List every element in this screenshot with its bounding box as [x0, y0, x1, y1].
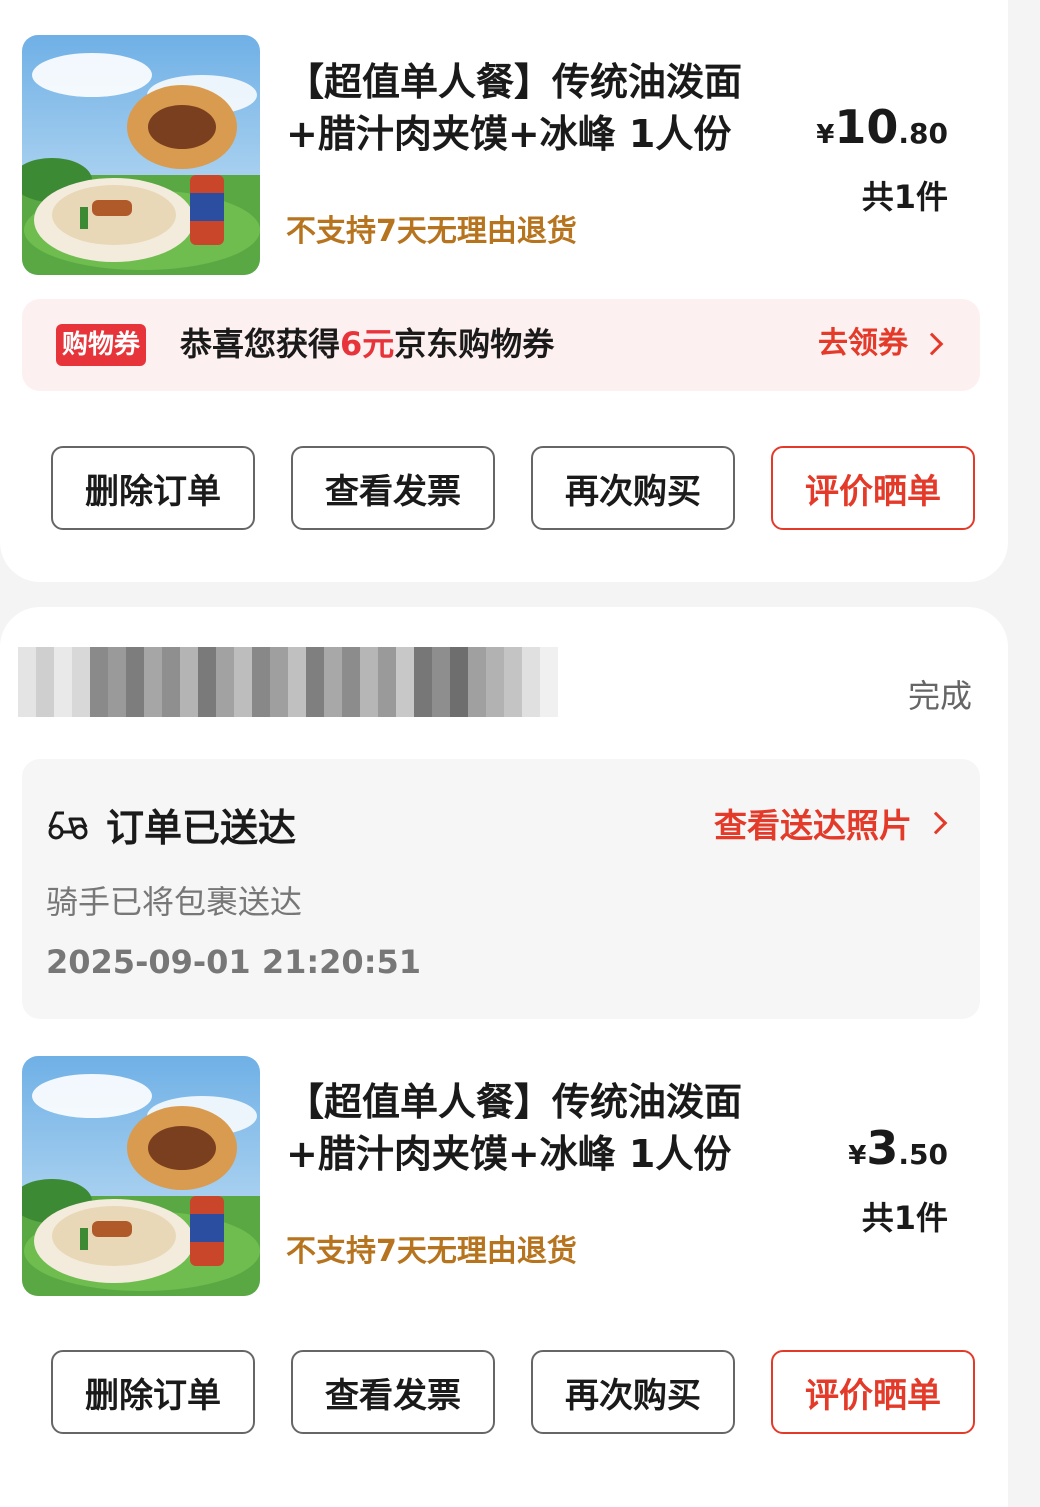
- order-status: 完成: [907, 677, 972, 715]
- price-currency: ¥: [848, 1141, 867, 1171]
- claim-coupon-link[interactable]: 去领券: [818, 321, 944, 367]
- product-title-line2: +腊汁肉夹馍+冰峰 1人份: [286, 112, 732, 156]
- coupon-badge: 购物券: [56, 324, 147, 366]
- coupon-banner[interactable]: 购物券 恭喜您获得6元京东购物券 去领券: [22, 299, 980, 391]
- delivery-title: 订单已送达: [106, 806, 297, 850]
- product-image[interactable]: [22, 1056, 260, 1296]
- view-delivery-photo-link[interactable]: 查看送达照片: [714, 799, 948, 847]
- no-return-notice: 不支持7天无理由退货: [286, 1234, 577, 1269]
- price-integer: 10: [834, 100, 899, 154]
- claim-coupon-label: 去领券: [818, 326, 908, 361]
- product-title[interactable]: 【超值单人餐】传统油泼面 +腊汁肉夹馍+冰峰 1人份: [286, 1076, 826, 1180]
- view-delivery-photo-label: 查看送达照片: [714, 806, 912, 845]
- product-quantity: 共1件: [861, 1199, 948, 1237]
- product-title-line1: 【超值单人餐】传统油泼面: [286, 1080, 743, 1124]
- chevron-right-icon: [924, 811, 948, 835]
- delivery-subtitle: 骑手已将包裹送达: [46, 883, 303, 921]
- review-button[interactable]: 评价晒单: [771, 1350, 975, 1434]
- coupon-amount: 6元: [340, 325, 395, 363]
- product-title[interactable]: 【超值单人餐】传统油泼面 +腊汁肉夹馍+冰峰 1人份: [286, 56, 826, 160]
- chevron-right-icon: [920, 332, 944, 356]
- price-currency: ¥: [816, 120, 835, 150]
- order-card: 完成 订单已送达 查看送达照片 骑手已将包裹送达 2025-09-01 21:2…: [0, 607, 1008, 1507]
- delete-order-button[interactable]: 删除订单: [51, 1350, 255, 1434]
- view-invoice-button[interactable]: 查看发票: [291, 1350, 495, 1434]
- product-title-line2: +腊汁肉夹馍+冰峰 1人份: [286, 1132, 732, 1176]
- price-decimal: .80: [898, 117, 948, 150]
- product-price: ¥3.50: [848, 1121, 948, 1175]
- delivery-scooter-icon: [48, 811, 88, 840]
- buy-again-button[interactable]: 再次购买: [531, 1350, 735, 1434]
- delivery-info: 订单已送达 查看送达照片 骑手已将包裹送达 2025-09-01 21:20:5…: [22, 759, 980, 1019]
- food-image-icon: [22, 35, 260, 275]
- delivery-time: 2025-09-01 21:20:51: [46, 943, 422, 981]
- coupon-text-after: 京东购物券: [394, 325, 555, 363]
- store-name-blurred[interactable]: [18, 647, 558, 717]
- delete-order-button[interactable]: 删除订单: [51, 446, 255, 530]
- review-button[interactable]: 评价晒单: [771, 446, 975, 530]
- product-price: ¥10.80: [816, 100, 948, 154]
- price-decimal: .50: [898, 1138, 948, 1171]
- view-invoice-button[interactable]: 查看发票: [291, 446, 495, 530]
- coupon-text-before: 恭喜您获得: [180, 325, 341, 363]
- product-image[interactable]: [22, 35, 260, 275]
- product-title-line1: 【超值单人餐】传统油泼面: [286, 60, 743, 104]
- product-quantity: 共1件: [861, 178, 948, 216]
- buy-again-button[interactable]: 再次购买: [531, 446, 735, 530]
- price-integer: 3: [866, 1121, 899, 1175]
- coupon-text: 恭喜您获得6元京东购物券: [180, 321, 554, 367]
- no-return-notice: 不支持7天无理由退货: [286, 214, 577, 249]
- order-card: 【超值单人餐】传统油泼面 +腊汁肉夹馍+冰峰 1人份 ¥10.80 共1件 不支…: [0, 0, 1008, 582]
- food-image-icon: [22, 1056, 260, 1296]
